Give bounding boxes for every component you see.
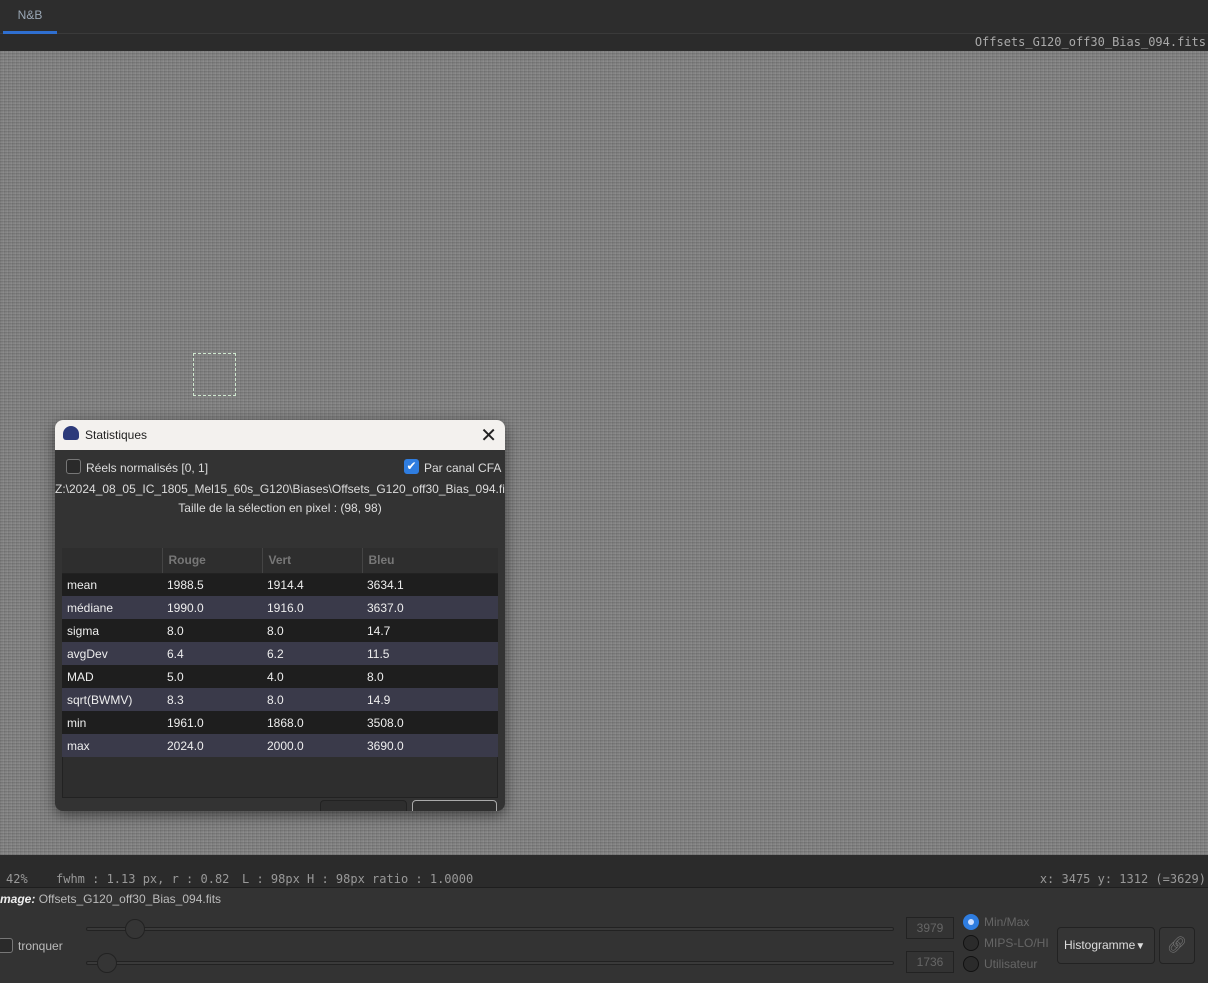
image-name: Offsets_G120_off30_Bias_094.fits: [38, 892, 222, 906]
table-row[interactable]: min 1961.0 1868.0 3508.0: [62, 711, 498, 734]
table-row[interactable]: mean 1988.5 1914.4 3634.1: [62, 573, 498, 596]
normalized-label: Réels normalisés [0, 1]: [86, 461, 209, 475]
table-cell: 6.4: [162, 642, 262, 665]
col-header: [62, 548, 163, 574]
col-header-vert[interactable]: Vert: [262, 548, 363, 574]
tab-bar: N&B: [0, 0, 1208, 34]
table-cell: 8.0: [262, 619, 362, 642]
normalized-checkbox[interactable]: [66, 459, 81, 474]
table-cell: 3690.0: [362, 734, 498, 757]
table-cell: 2000.0: [262, 734, 362, 757]
table-cell: 14.7: [362, 619, 498, 642]
radio-minmax-label: Min/Max: [984, 915, 1030, 929]
table-cell: sqrt(BWMV): [62, 688, 162, 711]
table-cell: 1990.0: [162, 596, 262, 619]
radio-user[interactable]: [963, 956, 979, 972]
high-value-input[interactable]: 3979: [906, 917, 954, 939]
tab-nb[interactable]: N&B: [3, 0, 57, 34]
dropdown-arrow-icon: ▼: [1135, 941, 1146, 952]
app-icon: [63, 426, 79, 440]
low-value-input[interactable]: 1736: [906, 951, 954, 973]
selection-size-readout: L : 98px H : 98px ratio : 1.0000: [242, 872, 474, 886]
table-cell: max: [62, 734, 162, 757]
table-cell: 4.0: [262, 665, 362, 688]
table-cell: 1988.5: [162, 573, 262, 596]
cursor-coords: x: 3475 y: 1312 (=3629): [1039, 872, 1206, 886]
histogram-dropdown-label: Histogramme: [1064, 938, 1136, 952]
dialog-titlebar: Statistiques ✕: [55, 420, 505, 450]
stats-table: Rouge Vert Bleu mean 1988.5 1914.4 3634.1 mé…: [62, 548, 498, 757]
table-cell: 3634.1: [362, 573, 498, 596]
table-row[interactable]: sigma 8.0 8.0 14.7: [62, 619, 498, 642]
table-row[interactable]: max 2024.0 2000.0 3690.0: [62, 734, 498, 757]
col-header-rouge[interactable]: Rouge: [162, 548, 263, 574]
check-icon: ✔: [406, 459, 417, 473]
table-cell: 6.2: [262, 642, 362, 665]
table-row[interactable]: sqrt(BWMV) 8.3 8.0 14.9: [62, 688, 498, 711]
table-cell: min: [62, 711, 162, 734]
radio-mips-label: MIPS-LO/HI: [984, 936, 1049, 950]
zoom-level: 42%: [6, 872, 28, 886]
table-cell: 5.0: [162, 665, 262, 688]
low-slider[interactable]: [86, 953, 894, 973]
radio-minmax[interactable]: [963, 914, 979, 930]
display-controls: mage: Offsets_G120_off30_Bias_094.fits t…: [0, 888, 1208, 983]
table-cell: sigma: [62, 619, 162, 642]
table-cell: 11.5: [362, 642, 498, 665]
file-path: Z:\2024_08_05_IC_1805_Mel15_60s_G120\Bia…: [55, 482, 505, 496]
table-cell: 8.0: [362, 665, 498, 688]
table-row[interactable]: avgDev 6.4 6.2 11.5: [62, 642, 498, 665]
table-cell: 1914.4: [262, 573, 362, 596]
close-button[interactable]: Fermer: [412, 800, 497, 811]
table-cell: médiane: [62, 596, 162, 619]
radio-mips[interactable]: [963, 935, 979, 951]
fwhm-readout: fwhm : 1.13 px, r : 0.82: [56, 872, 230, 886]
table-row[interactable]: MAD 5.0 4.0 8.0: [62, 665, 498, 688]
col-header-bleu[interactable]: Bleu: [362, 548, 498, 574]
table-cell: MAD: [62, 665, 162, 688]
table-cell: 1916.0: [262, 596, 362, 619]
image-label: mage: Offsets_G120_off30_Bias_094.fits: [0, 892, 221, 906]
image-filename: Offsets_G120_off30_Bias_094.fits: [974, 35, 1206, 49]
cfa-label: Par canal CFA: [424, 461, 502, 475]
close-icon[interactable]: ✕: [480, 423, 497, 448]
table-cell: avgDev: [62, 642, 162, 665]
execute-button[interactable]: Exécuter: [320, 800, 407, 811]
selection-size: Taille de la sélection en pixel : (98, 9…: [178, 501, 382, 515]
table-cell: 2024.0: [162, 734, 262, 757]
tronquer-checkbox[interactable]: [0, 938, 13, 953]
table-cell: 8.3: [162, 688, 262, 711]
link-button[interactable]: 🔗︎: [1159, 927, 1195, 964]
radio-user-label: Utilisateur: [984, 957, 1038, 971]
image-label-prefix: mage:: [0, 892, 36, 906]
table-cell: 8.0: [262, 688, 362, 711]
histogram-dropdown[interactable]: Histogramme▼: [1057, 927, 1155, 964]
table-cell: 3637.0: [362, 596, 498, 619]
status-bar: 42% fwhm : 1.13 px, r : 0.82 L : 98px H …: [0, 870, 1208, 888]
link-icon: 🔗︎: [1166, 937, 1188, 954]
table-cell: 8.0: [162, 619, 262, 642]
table-cell: 14.9: [362, 688, 498, 711]
table-cell: 3508.0: [362, 711, 498, 734]
high-slider-handle[interactable]: [125, 919, 145, 939]
dialog-title: Statistiques: [85, 428, 148, 442]
table-cell: 1961.0: [162, 711, 262, 734]
selection-rectangle[interactable]: [193, 353, 236, 396]
high-slider[interactable]: [86, 919, 894, 939]
cfa-checkbox[interactable]: ✔: [404, 459, 419, 474]
tronquer-label: tronquer: [18, 939, 63, 953]
low-slider-handle[interactable]: [97, 953, 117, 973]
table-cell: 1868.0: [262, 711, 362, 734]
table-row[interactable]: médiane 1990.0 1916.0 3637.0: [62, 596, 498, 619]
statistics-dialog: Statistiques ✕ Réels normalisés [0, 1] ✔…: [55, 420, 505, 811]
table-cell: mean: [62, 573, 162, 596]
